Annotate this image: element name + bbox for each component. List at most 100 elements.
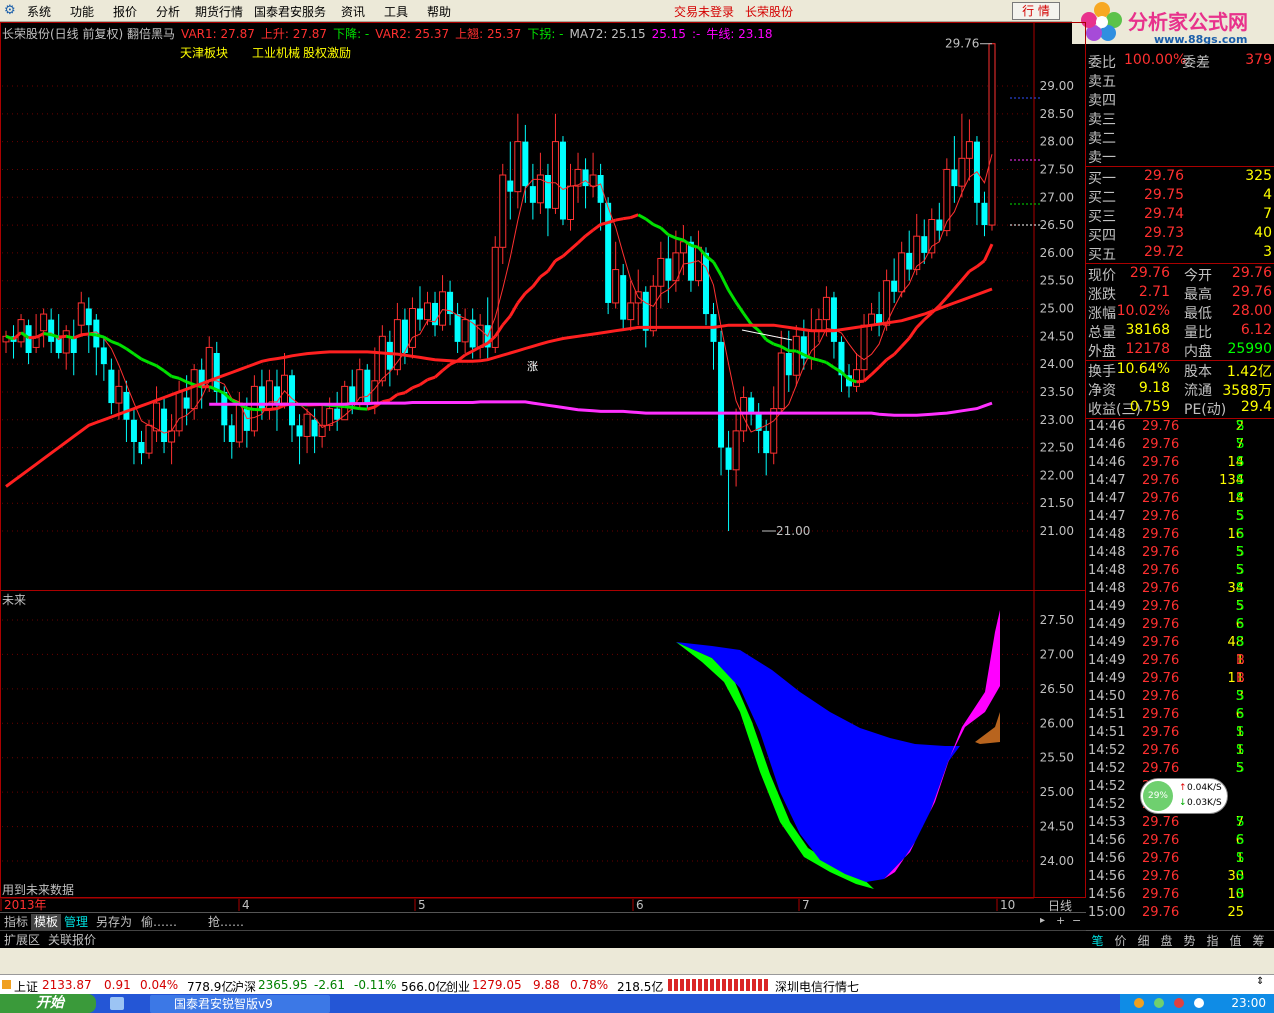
tick-row[interactable]: 14:49 29.76 1 B bbox=[1086, 653, 1274, 671]
tick-row[interactable]: 14:47 29.76 134 S bbox=[1086, 473, 1274, 491]
tray-icon[interactable] bbox=[1134, 998, 1144, 1008]
rp-tab-trades[interactable]: 笔 bbox=[1086, 932, 1109, 949]
tick-row[interactable]: 14:56 29.76 30 S bbox=[1086, 869, 1274, 887]
order-ratio-row[interactable]: 委比 100.00% 委差 379 bbox=[1086, 52, 1274, 71]
start-button[interactable]: 开始 bbox=[0, 994, 96, 1013]
stat-row[interactable]: 总量 38168 量比 6.12 bbox=[1086, 322, 1274, 341]
rp-tab-chips[interactable]: 筹 bbox=[1247, 932, 1270, 949]
tick-row[interactable]: 15:00 29.76 25 bbox=[1086, 905, 1274, 923]
stat-row[interactable]: 涨幅 10.02% 最低 28.00 bbox=[1086, 303, 1274, 322]
market-button[interactable]: 行 情 bbox=[1012, 2, 1060, 20]
rp-tab-price[interactable]: 价 bbox=[1109, 932, 1132, 949]
clock[interactable]: 23:00 bbox=[1231, 996, 1266, 1010]
tab-related-quote[interactable]: 关联报价 bbox=[45, 932, 99, 948]
tray-icon[interactable] bbox=[1174, 998, 1184, 1008]
status-arrows-icon[interactable]: ⇕ bbox=[1256, 976, 1264, 987]
tab-extension[interactable]: 扩展区 bbox=[1, 932, 43, 948]
menu-futures[interactable]: 期货行情 bbox=[195, 3, 243, 20]
taskbar-app-item[interactable]: 国泰君安锐智版v9 bbox=[150, 995, 330, 1013]
server-name[interactable]: 深圳电信行情七 bbox=[775, 978, 859, 995]
ask-row[interactable]: 卖一 bbox=[1086, 147, 1274, 166]
bid-row[interactable]: 买一 29.76 325 bbox=[1086, 168, 1274, 187]
menu-quote[interactable]: 报价 bbox=[113, 3, 137, 20]
tick-row[interactable]: 14:46 29.76 7 S bbox=[1086, 437, 1274, 455]
tick-row[interactable]: 14:48 29.76 16 S bbox=[1086, 527, 1274, 545]
tick-row[interactable]: 14:51 29.76 6 S bbox=[1086, 707, 1274, 725]
tick-row[interactable]: 14:56 29.76 6 S bbox=[1086, 833, 1274, 851]
tick-row[interactable]: 14:48 29.76 34 S bbox=[1086, 581, 1274, 599]
tick-price: 29.76 bbox=[1142, 563, 1180, 578]
ask-row[interactable]: 卖二 bbox=[1086, 128, 1274, 147]
tab-save-as[interactable]: 另存为 bbox=[93, 914, 135, 930]
menu-system[interactable]: 系统 bbox=[27, 3, 51, 20]
stat-label: 内盘 bbox=[1184, 344, 1212, 360]
tick-row[interactable]: 14:49 29.76 11 B bbox=[1086, 671, 1274, 689]
tray-icon[interactable] bbox=[1154, 998, 1164, 1008]
ask-row[interactable]: 卖五 bbox=[1086, 71, 1274, 90]
bid-row[interactable]: 买三 29.74 7 bbox=[1086, 206, 1274, 225]
trade-login-status[interactable]: 交易未登录 bbox=[674, 3, 734, 20]
tab-steal[interactable]: 偷…… bbox=[138, 914, 180, 930]
network-speed-widget[interactable]: 29% ↑ 0.04K/S ↓ 0.03K/S bbox=[1140, 778, 1228, 814]
stock-name-link[interactable]: 长荣股份 bbox=[745, 3, 793, 20]
stat-row[interactable]: 换手 10.64% 股本 1.42亿 bbox=[1086, 361, 1274, 380]
zoom-in-icon[interactable]: + bbox=[1056, 914, 1065, 927]
stat-row[interactable]: 涨跌 2.71 最高 29.76 bbox=[1086, 284, 1274, 303]
menu-news[interactable]: 资讯 bbox=[341, 3, 365, 20]
tab-manage[interactable]: 管理 bbox=[61, 914, 91, 930]
bid-row[interactable]: 买五 29.72 3 bbox=[1086, 244, 1274, 263]
tick-row[interactable]: 14:46 29.76 2 S bbox=[1086, 419, 1274, 437]
rp-tab-index[interactable]: 指 bbox=[1201, 932, 1224, 949]
tick-row[interactable]: 14:49 29.76 5 S bbox=[1086, 599, 1274, 617]
menu-function[interactable]: 功能 bbox=[70, 3, 94, 20]
price-chart[interactable]: 21.00 21.50 22.00 22.50 23.00 23.50 24.00 24.50… bbox=[0, 22, 1086, 912]
tick-row[interactable]: 14:52 29.76 1 S bbox=[1086, 743, 1274, 761]
tick-price: 29.76 bbox=[1142, 887, 1180, 902]
tick-row[interactable]: 14:49 29.76 6 S bbox=[1086, 617, 1274, 635]
zoom-out-icon[interactable]: − bbox=[1072, 914, 1081, 927]
rp-tab-trend[interactable]: 势 bbox=[1178, 932, 1201, 949]
bid-row[interactable]: 买四 29.73 40 bbox=[1086, 225, 1274, 244]
stat-label: 今开 bbox=[1184, 268, 1212, 284]
tick-row[interactable]: 14:51 29.76 1 S bbox=[1086, 725, 1274, 743]
sh-index-label[interactable]: 上证 bbox=[14, 978, 38, 995]
sz-index-label[interactable]: 沪深 bbox=[232, 978, 256, 995]
rp-tab-book[interactable]: 盘 bbox=[1155, 932, 1178, 949]
menu-tools[interactable]: 工具 bbox=[384, 3, 408, 20]
tick-row[interactable]: 14:48 29.76 5 S bbox=[1086, 563, 1274, 581]
stat-row[interactable]: 收益(三) 0.759 PE(动) 29.4 bbox=[1086, 399, 1274, 418]
tag-tianjin[interactable]: 天津板块 bbox=[180, 44, 228, 61]
tick-row[interactable]: 14:47 29.76 5 S bbox=[1086, 509, 1274, 527]
scroll-right-icon[interactable]: ▸ bbox=[1040, 915, 1045, 926]
tick-row[interactable]: 14:50 29.76 3 S bbox=[1086, 689, 1274, 707]
ask-row[interactable]: 卖三 bbox=[1086, 109, 1274, 128]
tick-row[interactable]: 14:49 29.76 48 S bbox=[1086, 635, 1274, 653]
tab-template[interactable]: 模板 bbox=[31, 914, 62, 930]
tag-equity-incentive[interactable]: 股权激励 bbox=[303, 44, 351, 61]
tray-icon[interactable] bbox=[1194, 998, 1204, 1008]
app-icon[interactable]: ⚙ bbox=[4, 3, 16, 18]
tab-indicator[interactable]: 指标 bbox=[1, 914, 31, 930]
tab-grab[interactable]: 抢…… bbox=[205, 914, 247, 930]
tick-row[interactable]: 14:56 29.76 1 S bbox=[1086, 851, 1274, 869]
tick-row[interactable]: 14:46 29.76 14 S bbox=[1086, 455, 1274, 473]
tick-row[interactable]: 14:47 29.76 14 S bbox=[1086, 491, 1274, 509]
rp-tab-value[interactable]: 值 bbox=[1224, 932, 1247, 949]
cy-index-label[interactable]: 创业 bbox=[446, 978, 470, 995]
tick-row[interactable]: 14:53 29.76 7 S bbox=[1086, 815, 1274, 833]
candle-body bbox=[153, 402, 161, 432]
tick-row[interactable]: 14:52 29.76 5 S bbox=[1086, 761, 1274, 779]
menu-analysis[interactable]: 分析 bbox=[156, 3, 180, 20]
rp-tab-detail[interactable]: 细 bbox=[1132, 932, 1155, 949]
quicklaunch-icon[interactable] bbox=[110, 997, 124, 1010]
tag-machinery[interactable]: 工业机械 bbox=[252, 44, 300, 61]
menu-broker-service[interactable]: 国泰君安服务 bbox=[254, 3, 326, 20]
tick-row[interactable]: 14:48 29.76 5 S bbox=[1086, 545, 1274, 563]
bid-row[interactable]: 买二 29.75 4 bbox=[1086, 187, 1274, 206]
menu-help[interactable]: 帮助 bbox=[427, 3, 451, 20]
ask-row[interactable]: 卖四 bbox=[1086, 90, 1274, 109]
stat-row[interactable]: 外盘 12178 内盘 25990 bbox=[1086, 341, 1274, 360]
tick-row[interactable]: 14:56 29.76 10 S bbox=[1086, 887, 1274, 905]
stat-row[interactable]: 现价 29.76 今开 29.76 bbox=[1086, 265, 1274, 284]
stat-row[interactable]: 净资 9.18 流通 3588万 bbox=[1086, 380, 1274, 399]
